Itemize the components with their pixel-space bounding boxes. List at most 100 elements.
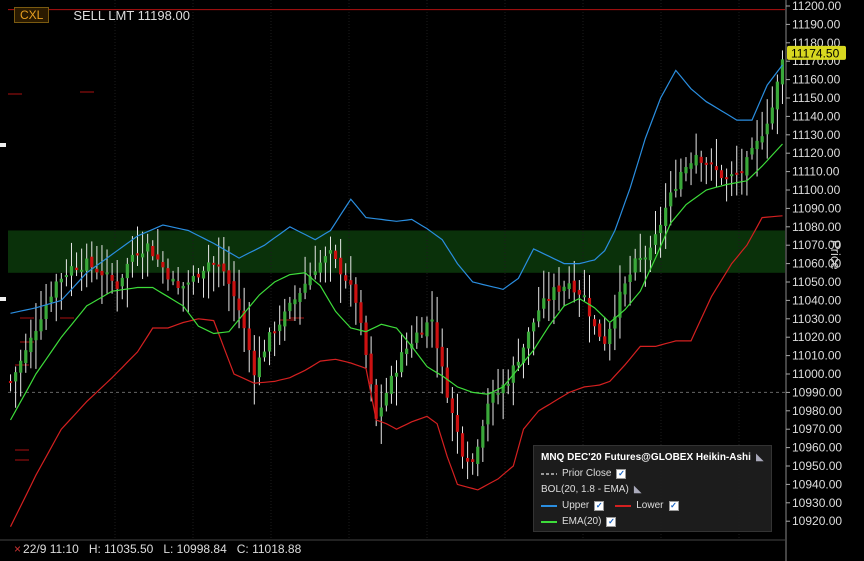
candle-body bbox=[724, 177, 729, 180]
left-edge-handle-top[interactable] bbox=[0, 143, 6, 147]
candle-body bbox=[201, 270, 206, 279]
candle-body bbox=[267, 332, 272, 352]
candle-body bbox=[262, 351, 267, 358]
candle-body bbox=[140, 253, 145, 258]
price-tick-label: 11030.00 bbox=[792, 312, 841, 326]
candle-body bbox=[572, 280, 576, 293]
candle-body bbox=[638, 257, 642, 260]
indicator-legend[interactable]: MNQ DEC'20 Futures@GLOBEX Heikin-Ashi ◣ … bbox=[533, 445, 772, 532]
candle-body bbox=[59, 278, 63, 283]
candle-body bbox=[49, 296, 53, 303]
candle-body bbox=[323, 256, 328, 263]
candle-body bbox=[288, 302, 292, 312]
candle-body bbox=[171, 278, 175, 282]
candle-body bbox=[658, 224, 663, 234]
candle-body bbox=[191, 275, 195, 282]
candle-body bbox=[603, 336, 607, 344]
candle-body bbox=[694, 154, 698, 166]
candle-body bbox=[415, 332, 419, 343]
candle-body bbox=[64, 275, 69, 278]
candle-body bbox=[577, 289, 581, 295]
candle-body bbox=[740, 171, 744, 174]
candle-body bbox=[19, 360, 23, 373]
order-bar: CXL SELL LMT 11198.00 bbox=[14, 7, 190, 23]
candle-body bbox=[628, 274, 632, 282]
price-tick-label: 11140.00 bbox=[792, 109, 841, 123]
candle-body bbox=[420, 332, 424, 335]
candle-body bbox=[664, 207, 668, 226]
candle-body bbox=[430, 319, 434, 322]
price-tick-label: 11200.00 bbox=[792, 0, 841, 13]
candle-body bbox=[69, 266, 74, 276]
candle-body bbox=[29, 337, 33, 353]
candle-body bbox=[74, 267, 79, 271]
price-tick-label: 10930.00 bbox=[792, 496, 842, 510]
candle-body bbox=[547, 298, 551, 301]
close-icon[interactable]: × bbox=[14, 542, 21, 556]
pin-icon[interactable]: ◣ bbox=[756, 452, 764, 463]
pin-icon[interactable]: ◣ bbox=[634, 484, 642, 495]
candle-body bbox=[303, 283, 307, 293]
candle-body bbox=[562, 286, 566, 292]
ema-checkbox[interactable]: ✓ bbox=[606, 516, 617, 527]
candle-body bbox=[399, 352, 404, 373]
candle-body bbox=[394, 372, 399, 377]
candle-body bbox=[709, 162, 713, 165]
candle-body bbox=[486, 403, 490, 425]
candle-body bbox=[460, 433, 465, 457]
cancel-order-button[interactable]: CXL bbox=[14, 7, 50, 23]
candle-body bbox=[354, 284, 358, 303]
candle-body bbox=[135, 253, 140, 256]
lower-swatch bbox=[615, 504, 632, 507]
ohlc-close: C: 11018.88 bbox=[236, 542, 302, 556]
candle-body bbox=[176, 281, 180, 288]
candle-body bbox=[196, 273, 201, 278]
last-price-label: 11174.50 bbox=[791, 46, 840, 60]
candle-body bbox=[120, 277, 124, 287]
price-tick-label: 11080.00 bbox=[792, 220, 841, 234]
candle-body bbox=[166, 268, 170, 280]
candle-body bbox=[481, 426, 485, 448]
ohlc-date: × 22/9 11:10 bbox=[14, 542, 79, 556]
lower-checkbox[interactable]: ✓ bbox=[668, 500, 679, 511]
candle-body bbox=[532, 322, 536, 332]
ema-swatch bbox=[541, 520, 557, 523]
candle-body bbox=[465, 457, 470, 462]
candle-body bbox=[369, 353, 373, 385]
candle-body bbox=[333, 250, 338, 260]
price-tick-label: 11000.00 bbox=[792, 367, 841, 381]
candle-body bbox=[384, 392, 388, 406]
candle-body bbox=[537, 310, 541, 322]
candle-body bbox=[283, 311, 287, 327]
price-tick-label: 10970.00 bbox=[792, 422, 842, 436]
candle-body bbox=[379, 407, 383, 417]
candle-body bbox=[34, 330, 38, 341]
candle-body bbox=[206, 262, 211, 272]
candle-body bbox=[643, 257, 647, 260]
ohlc-high: H: 11035.50 bbox=[88, 542, 154, 556]
upper-swatch bbox=[541, 504, 557, 507]
candle-body bbox=[24, 350, 28, 364]
prior-close-swatch bbox=[541, 472, 557, 475]
candle-body bbox=[293, 299, 297, 305]
ohlc-readout: × 22/9 11:10 H: 11035.50 L: 10998.84 C: 1… bbox=[14, 542, 301, 556]
left-edge-handle-bottom[interactable] bbox=[0, 297, 6, 301]
prior-close-checkbox[interactable]: ✓ bbox=[616, 468, 627, 479]
candle-body bbox=[775, 81, 779, 110]
candle-body bbox=[557, 285, 561, 292]
price-tick-label: 11020.00 bbox=[792, 330, 841, 344]
candle-body bbox=[247, 328, 251, 351]
upper-checkbox[interactable]: ✓ bbox=[594, 500, 605, 511]
legend-ema-row: EMA(20) ✓ bbox=[541, 516, 617, 527]
legend-title: MNQ DEC'20 Futures@GLOBEX Heikin-Ashi bbox=[541, 452, 751, 463]
candle-body bbox=[313, 271, 317, 276]
candle-body bbox=[780, 59, 785, 85]
candle-body bbox=[181, 285, 185, 289]
candle-body bbox=[425, 322, 429, 337]
candle-body bbox=[719, 170, 724, 179]
price-tick-label: 11120.00 bbox=[792, 146, 841, 160]
candle-body bbox=[278, 324, 282, 332]
candle-body bbox=[598, 323, 602, 337]
candle-body bbox=[526, 331, 531, 349]
price-tick-label: 11190.00 bbox=[792, 17, 841, 31]
